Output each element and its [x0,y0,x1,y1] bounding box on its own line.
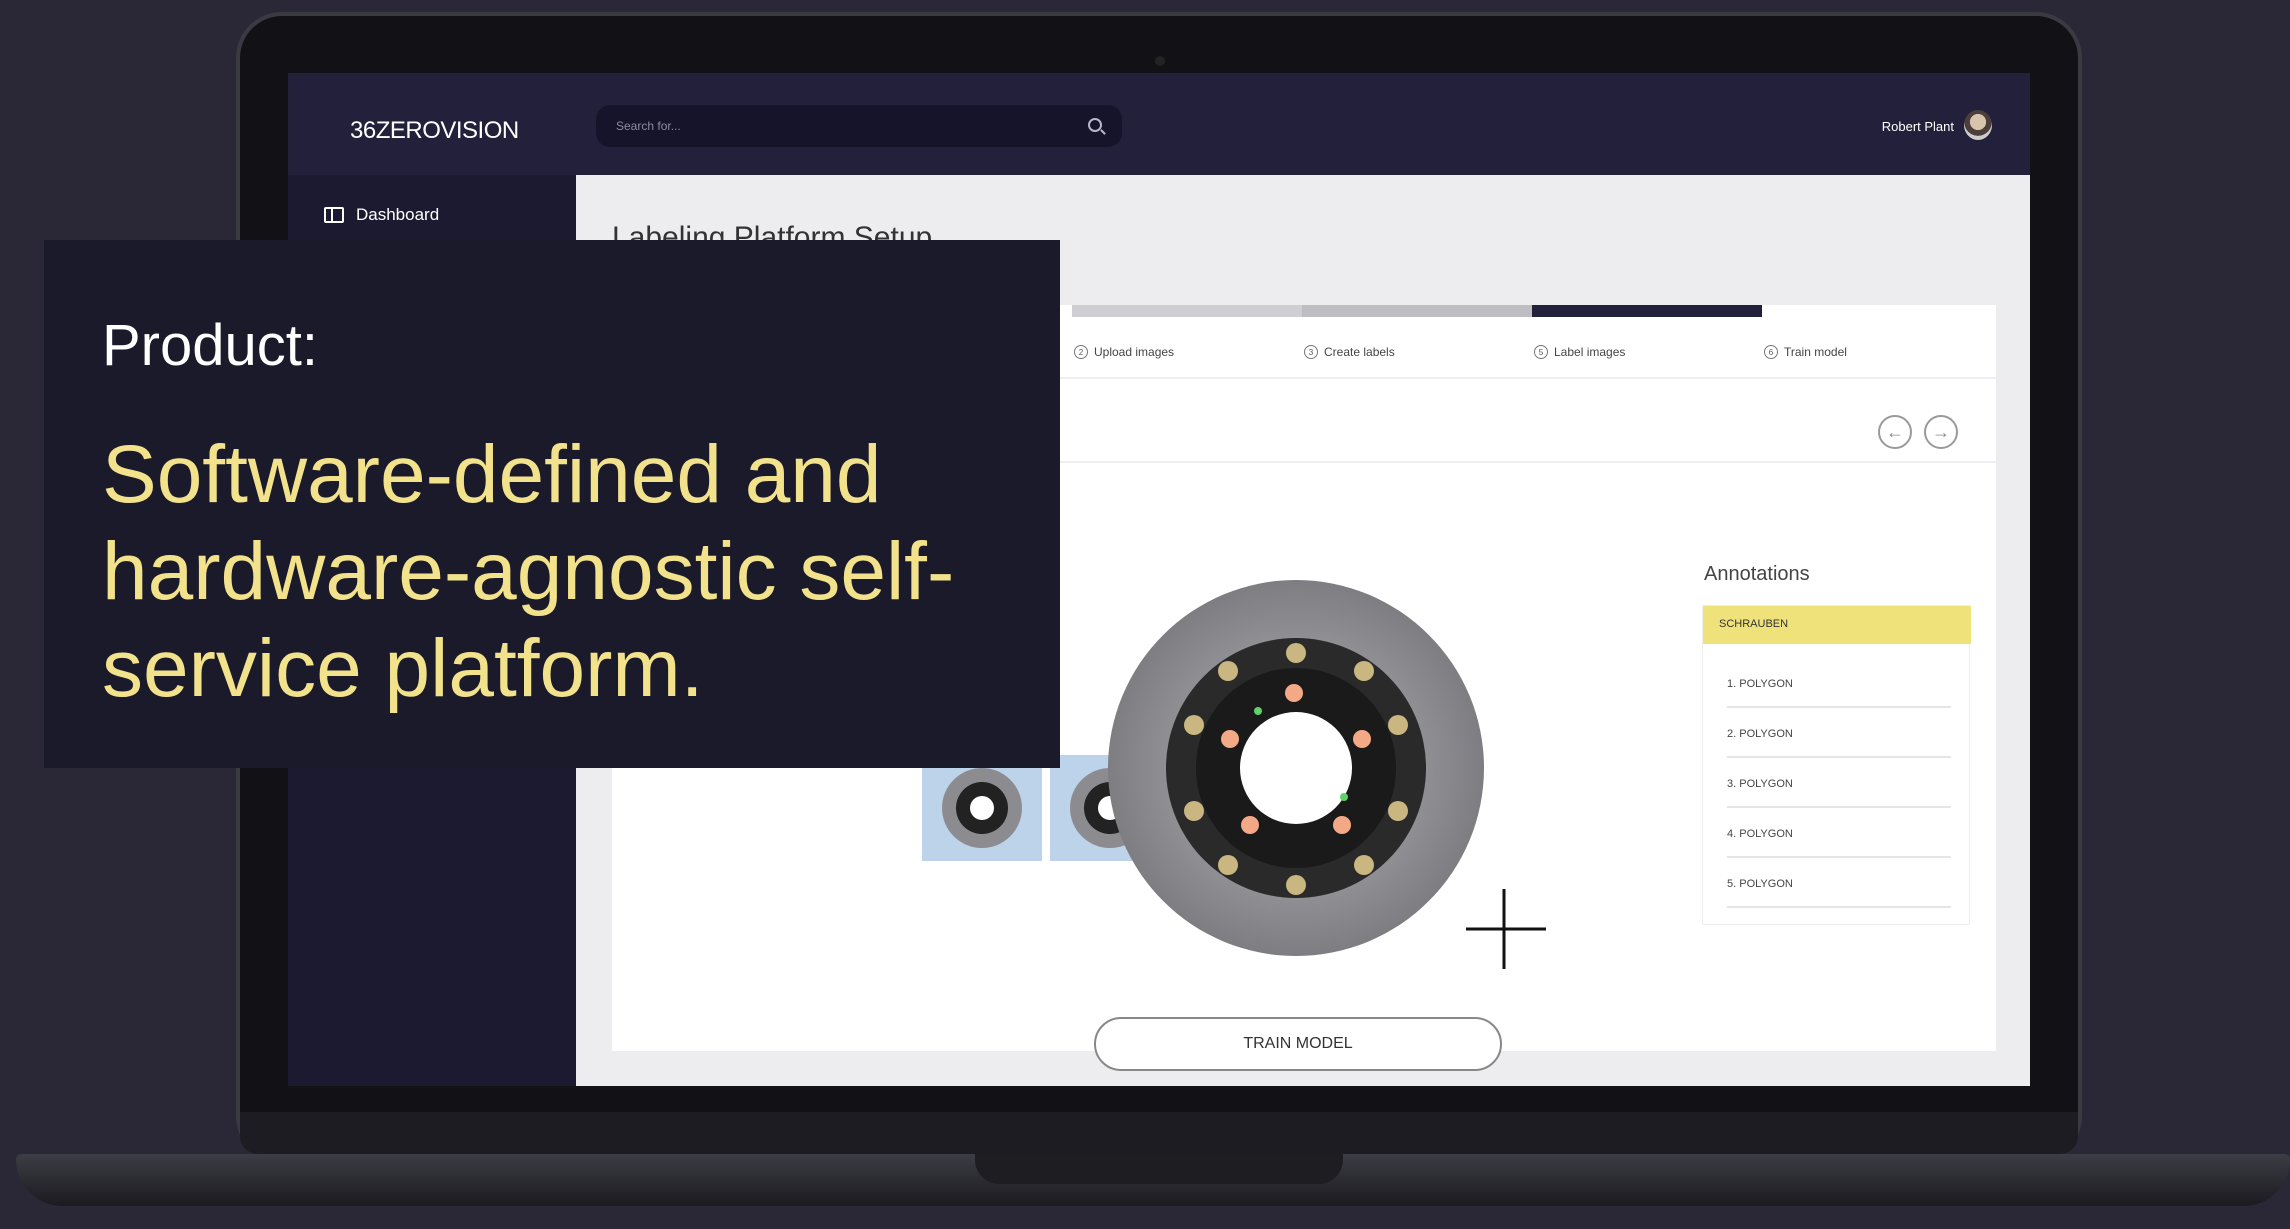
train-model-button[interactable]: TRAIN MODEL [1094,1017,1502,1071]
arrow-left-icon: ← [1886,421,1904,442]
progress-segment-active [1532,305,1762,317]
step-create-labels[interactable]: 3 Create labels [1304,345,1395,359]
annotation-item[interactable]: 5. POLYGON [1727,858,1951,908]
brake-disc-thumbnail-icon [942,768,1022,848]
overlay-label: Product: [102,313,318,378]
step-upload-images[interactable]: 2 Upload images [1074,345,1174,359]
sidebar-item-label: Dashboard [356,205,440,224]
annotation-item[interactable]: 1. POLYGON [1727,658,1951,708]
step-label: Create labels [1324,345,1395,359]
arrow-right-icon: → [1932,421,1950,442]
annotation-group-header[interactable]: SCHRAUBEN [1703,606,1971,644]
step-label: Train model [1784,345,1847,359]
overlay-headline: Software-defined and hardware-agnostic s… [102,429,955,714]
product-overlay-box: Product: Software-defined and hardware-a… [44,240,1060,768]
app-logo[interactable]: 36ZEROVISION [350,117,519,145]
progress-segment [1302,305,1532,317]
annotations-panel: SCHRAUBEN 1. POLYGON 2. POLYGON 3. POLYG… [1702,605,1971,925]
labeling-canvas[interactable] [1106,573,1486,968]
sidebar-item-dashboard[interactable]: Dashboard [324,205,439,225]
search-input[interactable] [596,105,1076,147]
search-box[interactable] [596,105,1122,147]
user-name[interactable]: Robert Plant [1882,119,1954,134]
step-label-images[interactable]: 5 Label images [1534,345,1625,359]
step-number: 2 [1074,345,1088,359]
laptop-bezel [240,1112,2078,1154]
annotations-title: Annotations [1704,563,1810,585]
avatar[interactable] [1964,110,1992,140]
next-button[interactable]: → [1924,415,1958,449]
step-train-model[interactable]: 6 Train model [1764,345,1847,359]
dashboard-icon [324,207,344,223]
image-thumbnail[interactable] [922,755,1042,861]
brake-disc-image [1108,580,1484,956]
step-number: 6 [1764,345,1778,359]
crosshair-cursor-icon [1466,889,1546,969]
annotation-item[interactable]: 3. POLYGON [1727,758,1951,808]
camera [1155,56,1165,66]
step-label: Upload images [1094,345,1175,359]
annotation-item[interactable]: 2. POLYGON [1727,708,1951,758]
prev-button[interactable]: ← [1878,415,1912,449]
laptop-notch [975,1154,1343,1184]
annotation-item[interactable]: 4. POLYGON [1727,808,1951,858]
progress-segment [1072,305,1302,317]
search-icon[interactable] [1088,118,1102,132]
top-bar: 36ZEROVISION Robert Plant [288,73,2030,175]
step-number: 3 [1304,345,1318,359]
step-number: 5 [1534,345,1548,359]
step-label: Label images [1554,345,1626,359]
